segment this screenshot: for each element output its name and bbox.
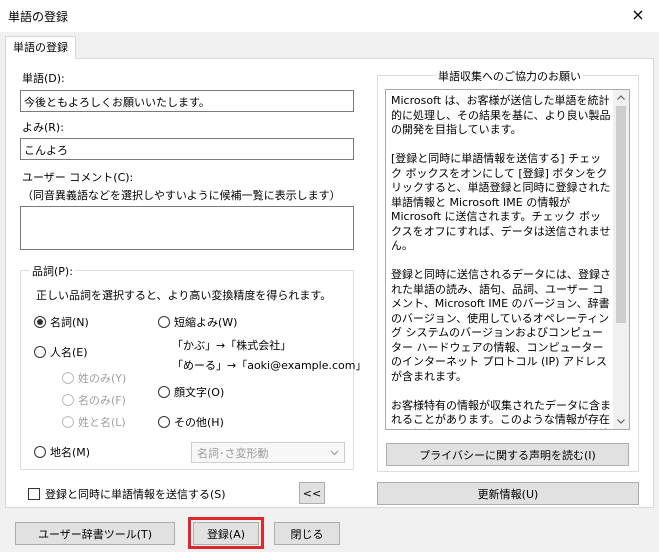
close-button[interactable]: 閉じる (274, 522, 340, 545)
radio-place-label: 地名(M) (50, 446, 91, 459)
radio-given-name[interactable]: 名のみ(F) (62, 392, 126, 408)
radio-full-name-indicator (62, 416, 74, 428)
pos-description: 正しい品詞を選択すると、より高い変換精度を得られます。 (36, 289, 332, 302)
radio-noun[interactable]: 名詞(N) (34, 314, 89, 330)
short-reading-example-2: 「めーる」→「aoki@example.com」 (172, 359, 367, 372)
radio-other[interactable]: その他(H) (158, 414, 224, 430)
word-input[interactable]: 今後ともよろしくお願いいたします。 (20, 90, 354, 112)
comment-hint: （同音異義語などを選択しやすいように候補一覧に表示します） (22, 189, 341, 202)
pos-dropdown-value: 名詞･さ変形動 (197, 446, 269, 460)
reading-label: よみ(R): (22, 121, 64, 134)
radio-place-indicator (34, 446, 46, 458)
register-button[interactable]: 登録(A) (193, 522, 259, 545)
title-bar (0, 0, 659, 32)
send-info-checkbox-label: 登録と同時に単語情報を送信する(S) (45, 488, 226, 501)
radio-surname-label: 姓のみ(Y) (78, 372, 127, 385)
info-text: Microsoft は、お客様が送信した単語を統計的に処理し、その結果を基に、よ… (391, 94, 611, 429)
radio-short-reading-indicator (158, 316, 170, 328)
window-title: 単語の登録 (8, 10, 69, 24)
radio-person[interactable]: 人名(E) (34, 344, 88, 360)
radio-emoticon-indicator (158, 386, 170, 398)
collapse-button[interactable]: << (299, 482, 325, 504)
radio-short-reading-label: 短縮よみ(W) (174, 316, 238, 329)
radio-place[interactable]: 地名(M) (34, 444, 90, 460)
radio-person-indicator (34, 346, 46, 358)
radio-emoticon[interactable]: 顔文字(O) (158, 384, 224, 400)
info-scrollbar-thumb[interactable] (616, 106, 626, 323)
short-reading-example-1: 「かぶ」→「株式会社」 (172, 339, 292, 352)
info-text-area[interactable]: Microsoft は、お客様が送信した単語を統計的に処理し、その結果を基に、よ… (385, 89, 630, 430)
radio-surname-indicator (62, 372, 74, 384)
radio-full-name[interactable]: 姓と名(L) (62, 414, 126, 430)
scroll-down-icon[interactable] (617, 419, 625, 424)
privacy-statement-button[interactable]: プライバシーに関する声明を読む(I) (386, 443, 629, 466)
send-info-checkbox-box (28, 488, 40, 500)
user-dictionary-tool-button[interactable]: ユーザー辞書ツール(T) (15, 522, 175, 545)
radio-short-reading[interactable]: 短縮よみ(W) (158, 314, 237, 330)
reading-input[interactable]: こんよろ (20, 138, 354, 160)
radio-other-label: その他(H) (174, 416, 224, 429)
tab-register-word[interactable]: 単語の登録 (5, 36, 76, 59)
word-label: 単語(D): (22, 72, 65, 85)
info-scrollbar[interactable] (613, 90, 629, 429)
radio-other-indicator (158, 416, 170, 428)
radio-full-name-label: 姓と名(L) (78, 416, 126, 429)
scroll-up-icon[interactable] (617, 95, 625, 100)
update-info-button[interactable]: 更新情報(U) (377, 482, 639, 505)
radio-noun-label: 名詞(N) (50, 316, 89, 329)
info-legend: 単語収集へのご協力のお願い (436, 68, 583, 84)
pos-legend: 品詞(P): (30, 263, 75, 279)
chevron-down-icon (330, 450, 339, 455)
radio-emoticon-label: 顔文字(O) (174, 386, 225, 399)
send-info-checkbox[interactable]: 登録と同時に単語情報を送信する(S) (28, 486, 226, 502)
comment-label: ユーザー コメント(C): (22, 171, 134, 184)
radio-given-name-indicator (62, 394, 74, 406)
radio-surname[interactable]: 姓のみ(Y) (62, 370, 126, 386)
pos-dropdown[interactable]: 名詞･さ変形動 (191, 442, 345, 463)
close-icon[interactable]: × (627, 4, 649, 26)
radio-noun-indicator (34, 316, 46, 328)
radio-person-label: 人名(E) (50, 346, 88, 359)
comment-input[interactable] (20, 206, 354, 250)
radio-given-name-label: 名のみ(F) (78, 394, 126, 407)
